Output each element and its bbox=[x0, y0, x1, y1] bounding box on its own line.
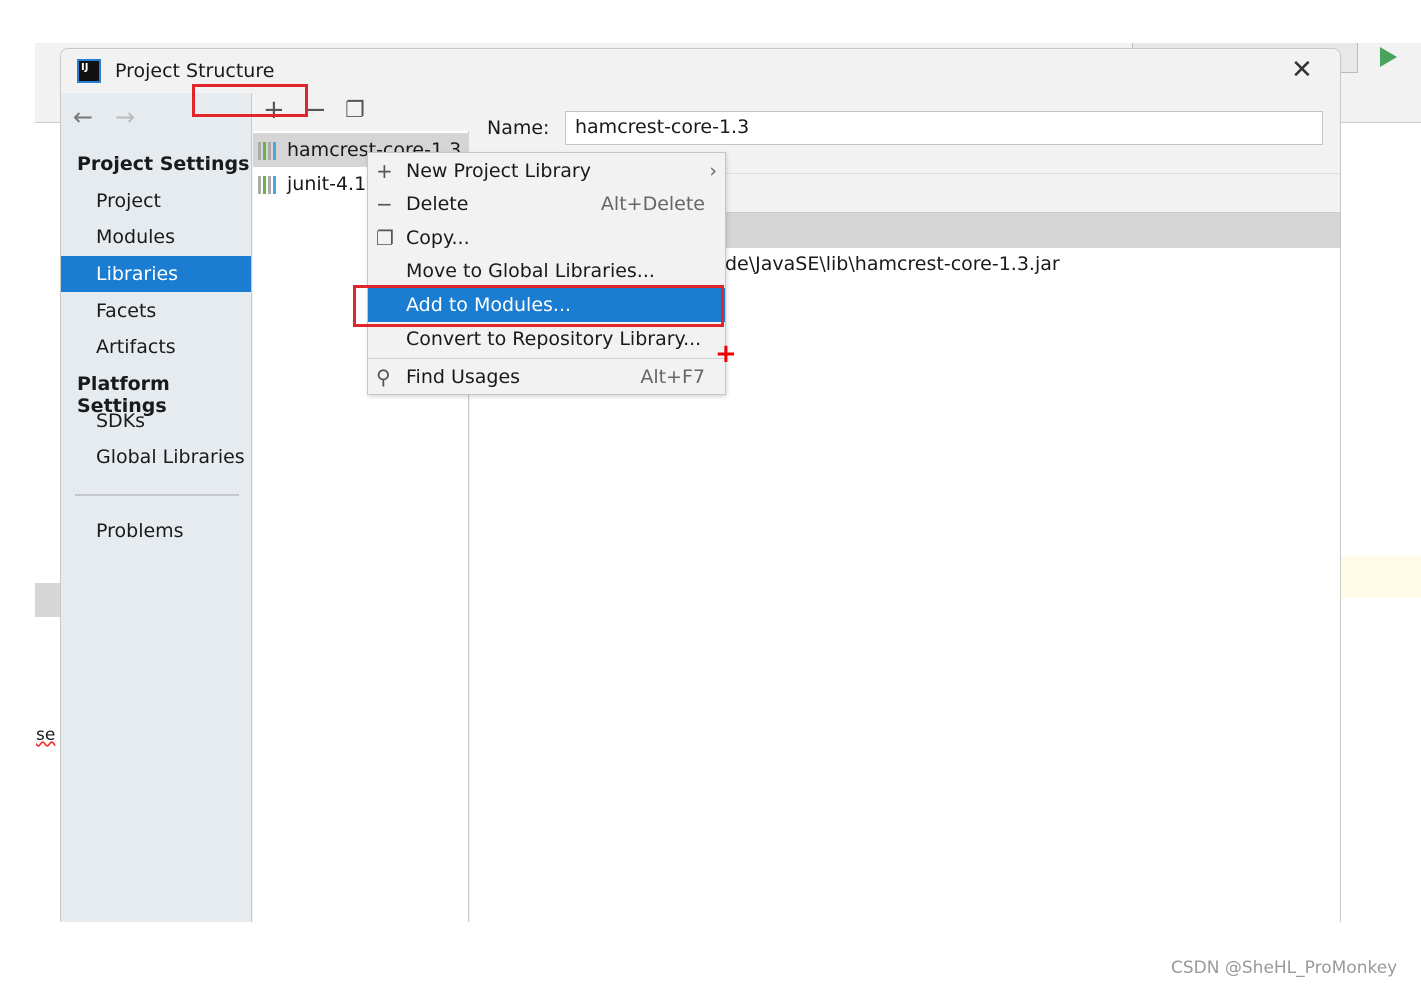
cursor-crosshair-icon: + bbox=[715, 339, 737, 369]
name-input[interactable]: hamcrest-core-1.3 bbox=[565, 111, 1323, 145]
copy-icon[interactable]: ❐ bbox=[345, 98, 365, 123]
search-icon: ⚲ bbox=[376, 365, 391, 389]
chevron-right-icon: › bbox=[709, 160, 717, 182]
library-name: junit-4.12 bbox=[287, 173, 379, 195]
name-label: Name: bbox=[487, 117, 550, 139]
menu-label: Find Usages bbox=[406, 366, 521, 388]
shortcut: Alt+Delete bbox=[600, 193, 705, 215]
context-menu: + New Project Library › − Delete Alt+Delete … bbox=[367, 152, 726, 395]
library-icon bbox=[258, 142, 280, 160]
annotation-box-add-to-modules bbox=[353, 285, 724, 327]
menu-item-convert-to-repository[interactable]: Convert to Repository Library... bbox=[368, 322, 725, 356]
sidebar-item-facets[interactable]: Facets bbox=[61, 293, 251, 329]
annotation-box-library bbox=[192, 84, 308, 117]
ide-highlight-line bbox=[1341, 556, 1421, 598]
back-arrow-icon[interactable]: ← bbox=[73, 103, 93, 131]
menu-label: New Project Library bbox=[406, 160, 591, 182]
sidebar-item-problems[interactable]: Problems bbox=[61, 513, 251, 549]
forward-arrow-icon[interactable]: → bbox=[115, 103, 135, 131]
sidebar-item-artifacts[interactable]: Artifacts bbox=[61, 329, 251, 365]
run-icon[interactable] bbox=[1380, 47, 1397, 67]
sidebar-item-project[interactable]: Project bbox=[61, 183, 251, 219]
menu-separator bbox=[368, 358, 725, 359]
plus-icon: + bbox=[376, 159, 393, 183]
intellij-logo: IJ bbox=[77, 59, 101, 83]
menu-label: Move to Global Libraries... bbox=[406, 260, 655, 282]
menu-label: Copy... bbox=[406, 227, 470, 249]
sidebar-item-modules[interactable]: Modules bbox=[61, 219, 251, 255]
sidebar: ← → Project Settings Project Modules Lib… bbox=[61, 93, 252, 922]
close-icon[interactable]: ✕ bbox=[1291, 55, 1313, 85]
remove-icon[interactable]: − bbox=[305, 95, 327, 125]
watermark: CSDN @SheHL_ProMonkey bbox=[1171, 958, 1398, 978]
menu-item-move-to-global[interactable]: Move to Global Libraries... bbox=[368, 254, 725, 288]
project-settings-heading: Project Settings bbox=[77, 153, 250, 175]
minus-icon: − bbox=[376, 192, 393, 216]
copy-icon: ❐ bbox=[376, 226, 394, 250]
menu-item-copy[interactable]: ❐ Copy... bbox=[368, 221, 725, 255]
sidebar-item-sdks[interactable]: SDKs bbox=[61, 403, 251, 439]
shortcut: Alt+F7 bbox=[640, 366, 705, 388]
menu-label: Delete bbox=[406, 193, 469, 215]
sidebar-divider bbox=[75, 494, 239, 496]
dialog-title: Project Structure bbox=[115, 60, 275, 82]
menu-item-delete[interactable]: − Delete Alt+Delete bbox=[368, 187, 725, 221]
menu-label: Convert to Repository Library... bbox=[406, 328, 702, 350]
library-icon bbox=[258, 176, 280, 194]
menu-item-new-project-library[interactable]: + New Project Library › bbox=[368, 154, 725, 188]
menu-item-find-usages[interactable]: ⚲ Find Usages Alt+F7 bbox=[368, 360, 725, 394]
sidebar-item-libraries[interactable]: Libraries bbox=[61, 256, 251, 292]
ide-background-panel bbox=[35, 583, 60, 617]
editor-text-fragment: se bbox=[36, 725, 56, 745]
jar-path[interactable]: de\JavaSE\lib\hamcrest-core-1.3.jar bbox=[725, 253, 1060, 275]
sidebar-item-global-libraries[interactable]: Global Libraries bbox=[61, 439, 251, 475]
